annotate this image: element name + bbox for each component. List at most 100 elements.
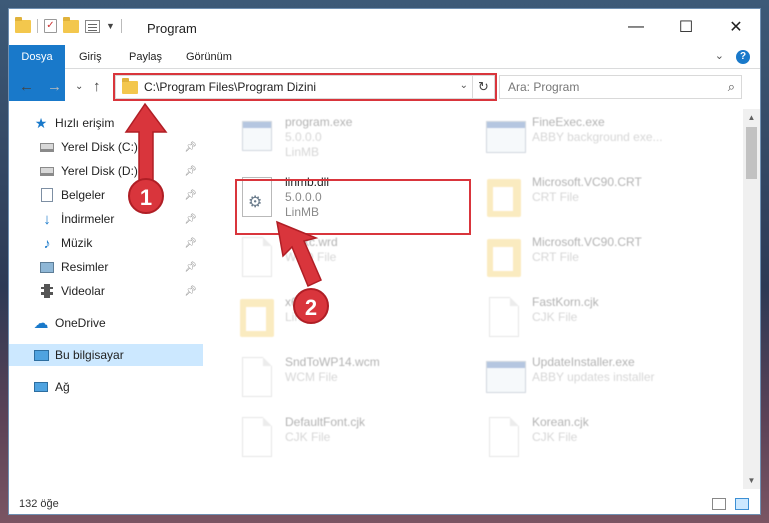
file-list: program.exe 5.0.0.0 LinMB FineExec.exe A… <box>209 109 739 489</box>
sidebar-item-local-disk-c[interactable]: Yerel Disk (C:) 📌︎ <box>9 136 203 158</box>
help-icon[interactable]: ? <box>736 50 750 64</box>
drive-icon <box>39 163 55 179</box>
file-item[interactable]: x6... LinMB <box>217 291 457 347</box>
minimize-button[interactable]: — <box>613 9 659 45</box>
sidebar-item-label: OneDrive <box>55 316 106 330</box>
file-icon <box>239 415 275 461</box>
pin-icon[interactable]: 📌︎ <box>184 190 197 201</box>
forward-icon[interactable]: → <box>47 78 62 95</box>
documents-icon <box>39 187 55 203</box>
sidebar-item-this-pc[interactable]: Bu bilgisayar <box>9 344 203 366</box>
sidebar-item-label: Resimler <box>61 260 109 274</box>
item-count: 132 öğe <box>19 498 59 510</box>
sidebar-item-videos[interactable]: Videolar 📌︎ <box>9 280 203 302</box>
properties-check-icon[interactable]: ✓ <box>44 19 57 33</box>
new-folder-icon[interactable] <box>63 16 79 33</box>
folder-icon <box>239 295 275 341</box>
sidebar-item-label: İndirmeler <box>61 212 115 226</box>
file-item[interactable]: program.exe 5.0.0.0 LinMB <box>217 111 457 167</box>
file-item[interactable]: FastKorn.cjk CJK File <box>464 291 704 347</box>
star-icon: ★ <box>34 114 48 131</box>
customize-toolbar-icon[interactable]: ▼ <box>106 21 115 31</box>
file-item[interactable]: UpdateInstaller.exe ABBY updates install… <box>464 351 704 407</box>
file-icon <box>239 355 275 401</box>
scroll-thumb[interactable] <box>746 127 757 179</box>
tab-share[interactable]: Paylaş <box>119 45 172 69</box>
tab-home[interactable]: Giriş <box>69 45 112 69</box>
sidebar-item-local-disk-d[interactable]: Yerel Disk (D:) 📌︎ <box>9 160 203 182</box>
close-button[interactable]: ✕ <box>713 9 759 45</box>
sidebar-item-network[interactable]: Ağ <box>9 376 203 398</box>
sidebar-item-label: Hızlı erişim <box>55 116 115 130</box>
maximize-button[interactable]: ☐ <box>663 9 709 45</box>
folder-icon <box>486 175 522 221</box>
pin-icon[interactable]: 📌︎ <box>184 238 197 249</box>
search-placeholder: Ara: Program <box>508 80 580 94</box>
address-highlight-box <box>113 73 497 101</box>
pin-icon[interactable]: 📌︎ <box>184 262 197 273</box>
sidebar-item-documents[interactable]: Belgeler 📌︎ <box>9 184 203 206</box>
sidebar-item-label: Yerel Disk (D:) <box>61 164 138 178</box>
program-exe-icon <box>239 115 275 161</box>
file-item[interactable]: Microsoft.VC90.CRT CRT File <box>464 171 704 227</box>
window-title: Program <box>147 21 197 36</box>
sidebar-item-label: Ağ <box>55 380 70 394</box>
step-badge-2: 2 <box>293 288 329 324</box>
expand-ribbon-icon[interactable]: ⌄ <box>715 49 724 62</box>
sidebar-item-label: Müzik <box>61 236 93 250</box>
folder-icon <box>486 235 522 281</box>
sidebar-item-label: Belgeler <box>61 188 106 202</box>
separator <box>37 19 38 33</box>
tab-view[interactable]: Görünüm <box>176 45 242 69</box>
downloads-icon: ↓ <box>43 210 51 228</box>
ribbon-tabs: Dosya Giriş Paylaş Görünüm ⌄ ? <box>9 45 760 101</box>
details-view-icon[interactable] <box>712 498 726 510</box>
pin-icon[interactable]: 📌︎ <box>184 166 197 177</box>
pin-icon[interactable]: 📌︎ <box>184 142 197 153</box>
title-bar: ✓ ▼ Program — ☐ ✕ <box>9 9 760 45</box>
search-icon[interactable]: ⌕ <box>728 79 735 95</box>
navigation-pane: ★ Hızlı erişim Yerel Disk (C:) 📌︎ Yerel … <box>9 109 203 489</box>
file-icon <box>486 295 522 341</box>
computer-icon <box>33 347 49 363</box>
file-highlight-box <box>235 179 471 235</box>
sidebar-item-label: Bu bilgisayar <box>55 348 124 362</box>
network-icon <box>33 379 49 395</box>
vertical-scrollbar[interactable]: ▲ ▼ <box>743 109 760 489</box>
recent-locations-icon[interactable]: ⌄ <box>75 81 83 92</box>
sidebar-item-music[interactable]: ♪ Müzik 📌︎ <box>9 232 203 254</box>
file-icon <box>486 415 522 461</box>
file-item[interactable]: DefaultFont.cjk CJK File <box>217 411 457 467</box>
videos-icon <box>39 283 55 299</box>
cloud-icon: ☁ <box>33 315 49 332</box>
properties-icon[interactable] <box>85 19 100 33</box>
drive-icon <box>39 139 55 155</box>
file-icon <box>239 235 275 281</box>
sidebar-item-quick-access[interactable]: ★ Hızlı erişim <box>9 112 203 134</box>
tiles-view-icon[interactable] <box>735 498 749 510</box>
explorer-window: ✓ ▼ Program — ☐ ✕ Dosya Giriş Paylaş Gör… <box>8 8 761 515</box>
sidebar-item-pictures[interactable]: Resimler 📌︎ <box>9 256 203 278</box>
scroll-up-icon[interactable]: ▲ <box>743 109 760 126</box>
navigation-bar: ← → ⌄ ↑ C:\Program Files\Program Dizini … <box>9 70 760 104</box>
exe-icon <box>486 355 526 401</box>
sidebar-item-label: Yerel Disk (C:) <box>61 140 138 154</box>
file-item[interactable]: SndToWP14.wcm WCM File <box>217 351 457 407</box>
sidebar-item-downloads[interactable]: ↓ İndirmeler 📌︎ <box>9 208 203 230</box>
file-item[interactable]: Microsoft.VC90.CRT CRT File <box>464 231 704 287</box>
file-item[interactable]: xxxxc.wrd WRD File <box>217 231 457 287</box>
quick-access-toolbar: ✓ ▼ <box>15 16 122 33</box>
sidebar-item-onedrive[interactable]: ☁ OneDrive <box>9 312 203 334</box>
status-bar: 132 öğe <box>9 493 760 514</box>
scroll-down-icon[interactable]: ▼ <box>743 472 760 489</box>
pin-icon[interactable]: 📌︎ <box>184 286 197 297</box>
search-input[interactable]: Ara: Program ⌕ <box>499 75 742 99</box>
pin-icon[interactable]: 📌︎ <box>184 214 197 225</box>
back-icon[interactable]: ← <box>19 78 34 95</box>
step-badge-1: 1 <box>128 178 164 214</box>
file-item[interactable]: FineExec.exe ABBY background exe... <box>464 111 704 167</box>
up-icon[interactable]: ↑ <box>93 78 101 95</box>
exe-icon <box>486 115 526 161</box>
folder-icon[interactable] <box>15 16 31 33</box>
file-item[interactable]: Korean.cjk CJK File <box>464 411 704 467</box>
